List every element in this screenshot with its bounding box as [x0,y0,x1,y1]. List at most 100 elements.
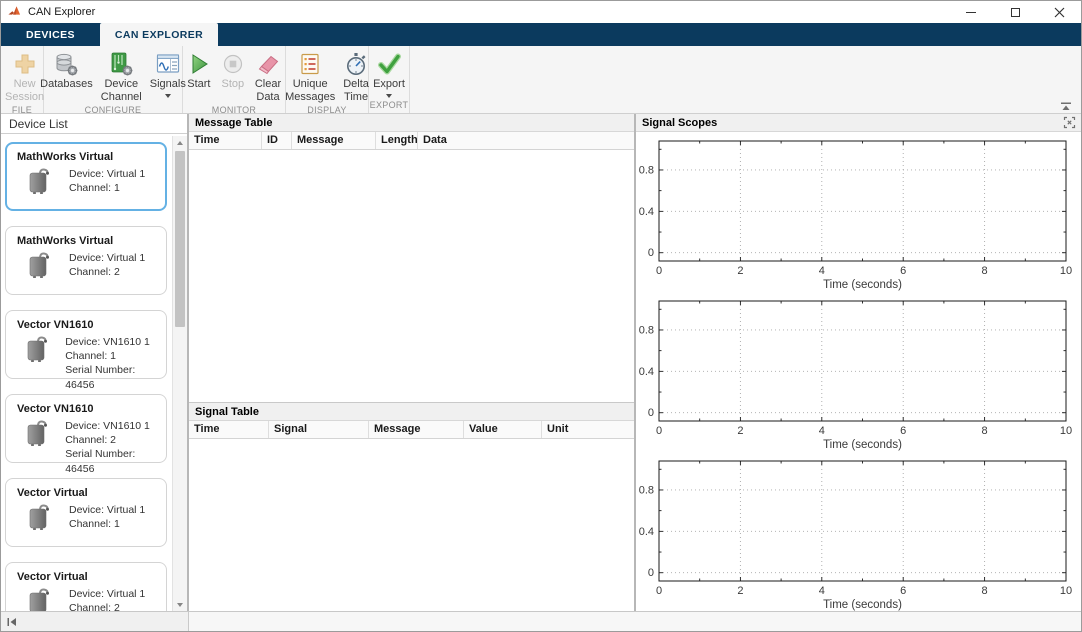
svg-text:0: 0 [648,567,654,579]
device-card-vector-virtual-ch1[interactable]: Vector Virtual Device: Virtual 1 Cha [5,478,167,547]
svg-text:10: 10 [1060,265,1072,277]
device-card-vector-vn1610-ch1[interactable]: Vector VN1610 Device: VN1610 1 Chann [5,310,167,379]
scrollbar-thumb[interactable] [175,151,185,327]
signal-table-title: Signal Table [189,403,634,421]
tab-devices[interactable]: DEVICES [11,23,90,46]
signal-scope-axes-3: 024681000.40.8Time (seconds) [636,452,1081,612]
expand-panel-icon[interactable] [1063,116,1077,130]
collapse-toolstrip-icon[interactable] [1059,99,1075,111]
svg-text:0: 0 [648,247,654,259]
chevron-down-icon [386,94,392,98]
svg-text:6: 6 [900,265,906,277]
scroll-up-icon[interactable] [173,137,187,149]
svg-text:0: 0 [656,585,662,597]
device-icon [23,166,57,196]
svg-text:4: 4 [819,265,825,277]
svg-text:2: 2 [737,585,743,597]
svg-text:0.4: 0.4 [639,366,654,378]
device-card-vector-virtual-ch2[interactable]: Vector Virtual Device: Virtual 1 Cha [5,562,167,613]
device-icon [23,418,53,476]
device-card-list: MathWorks Virtual [1,134,172,613]
svg-text:2: 2 [737,265,743,277]
svg-text:0.8: 0.8 [639,484,654,496]
message-list-icon [298,50,322,78]
clear-data-button[interactable]: Clear Data [252,49,284,105]
signal-table-body [189,439,634,613]
close-icon [1054,7,1065,18]
device-list-panel: Device List MathWorks Virtual [1,114,189,613]
device-list-hscrollbar[interactable] [1,612,189,631]
device-card-mathworks-virtual-ch1[interactable]: MathWorks Virtual [5,142,167,211]
signal-scopes-body: 0 2 4 6 8 10 0 0.4 0.8 Time (seconds) 0 2 4 6 8 10 0 0.4… [636,132,1081,613]
column-header-value[interactable]: Value [464,421,542,438]
minimize-icon [966,12,976,13]
svg-text:0.8: 0.8 [639,164,654,176]
message-table-body [189,150,634,402]
maximize-button[interactable] [993,1,1037,23]
device-list-scrollbar[interactable] [172,136,187,613]
ribbon-group-configure: Databases [44,46,183,113]
svg-text:0: 0 [656,265,662,277]
export-button[interactable]: Export [370,49,408,99]
svg-text:4: 4 [819,585,825,597]
titlebar: CAN Explorer [1,1,1081,23]
signal-scope-axes-1: 0 2 4 6 8 10 0 0.4 0.8 Time (seconds) [636,132,1081,292]
signal-table-section: Signal Table Time Signal Message Value U… [189,403,634,613]
svg-text:0.4: 0.4 [639,206,654,218]
signals-icon [155,50,181,78]
column-header-message[interactable]: Message [292,132,376,149]
column-header-time[interactable]: Time [189,132,262,149]
close-button[interactable] [1037,1,1081,23]
scroll-to-start-icon[interactable] [6,617,18,627]
column-header-time[interactable]: Time [189,421,269,438]
ribbon-group-export: Export EXPORT [369,46,410,113]
device-channel-icon [108,50,134,78]
stopwatch-icon [344,50,368,78]
device-icon [23,334,53,392]
stop-button: Stop [218,49,248,92]
svg-text:0.4: 0.4 [639,526,654,538]
column-header-length[interactable]: Length [376,132,418,149]
device-icon [23,586,57,613]
tab-can-explorer[interactable]: CAN EXPLORER [100,23,218,46]
databases-icon [53,50,79,78]
signal-table-header-row: Time Signal Message Value Unit [189,421,634,439]
svg-text:Time (seconds): Time (seconds) [823,279,902,291]
device-card-mathworks-virtual-ch2[interactable]: MathWorks Virtual Device: Virtual 1 [5,226,167,295]
column-header-unit[interactable]: Unit [542,421,634,438]
column-header-message[interactable]: Message [369,421,464,438]
export-check-icon [376,50,402,78]
start-button[interactable]: Start [184,49,214,92]
maximize-icon [1011,8,1020,17]
delta-time-button[interactable]: Delta Time [340,49,372,105]
main-area: Device List MathWorks Virtual [1,114,1081,613]
ribbon-group-monitor: Start Stop [183,46,286,113]
ribbon-group-label-export: EXPORT [369,100,409,113]
status-bar [1,611,1081,631]
device-channel-button[interactable]: Device Channel [98,49,145,105]
svg-text:8: 8 [982,425,988,437]
start-icon [187,50,211,78]
device-icon [23,250,57,280]
window-controls [949,1,1081,23]
unique-messages-button[interactable]: Unique Messages [282,49,338,105]
signal-scopes-panel: Signal Scopes 024681000.40.8Time (second… [636,114,1081,613]
ribbon-toolbar: New Session FILE [1,46,1081,114]
svg-text:10: 10 [1060,585,1072,597]
message-table-title: Message Table [189,114,634,132]
column-header-id[interactable]: ID [262,132,292,149]
column-header-signal[interactable]: Signal [269,421,369,438]
column-header-data[interactable]: Data [418,132,634,149]
matlab-logo-icon [8,5,22,19]
svg-text:8: 8 [982,265,988,277]
signal-scope-axes-2: 024681000.40.8Time (seconds) [636,292,1081,452]
svg-text:0: 0 [656,425,662,437]
device-card-vector-vn1610-ch2[interactable]: Vector VN1610 Device: VN1610 1 Chann [5,394,167,463]
databases-button[interactable]: Databases [37,49,96,92]
minimize-button[interactable] [949,1,993,23]
svg-text:Time (seconds): Time (seconds) [823,599,902,611]
scroll-down-icon[interactable] [173,599,187,611]
message-table-header-row: Time ID Message Length Data [189,132,634,150]
eraser-icon [255,50,281,78]
message-table-section: Message Table Time ID Message Length Dat… [189,114,634,403]
